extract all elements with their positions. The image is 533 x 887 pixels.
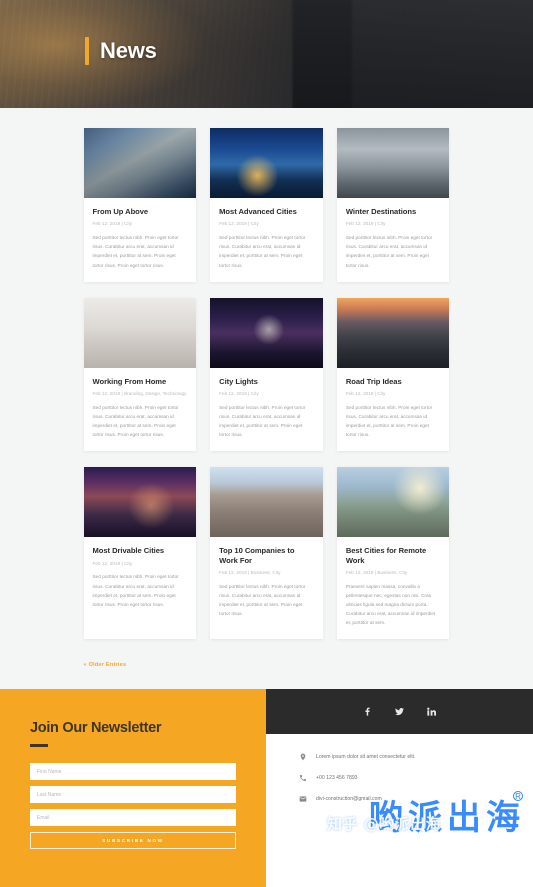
blog-card-title[interactable]: Best Cities for Remote Work [346,546,441,564]
twitter-icon[interactable] [394,706,405,717]
subscribe-button[interactable]: SUBSCRIBE NOW [30,832,236,850]
blog-card-excerpt: Sed porttitor lectus nibh. Proin eget to… [345,404,433,438]
blog-card[interactable]: Winter Destinations Feb 12, 2019 | City … [336,128,450,282]
blog-card-thumbnail[interactable] [210,297,323,368]
blog-card-body: Road Trip Ideas Feb 12, 2019 | City Sed … [337,368,450,452]
contact-row-email: divi-construction@gmail.com [299,795,533,803]
hero-banner: News [0,0,533,108]
blog-card[interactable]: Road Trip Ideas Feb 12, 2019 | City Sed … [336,297,450,452]
newsletter-section: Join Our Newsletter SUBSCRIBE NOW [0,689,266,887]
blog-card-title[interactable]: Working From Home [93,377,188,386]
blog-card-title[interactable]: Road Trip Ideas [346,377,441,386]
phone-icon [300,775,306,782]
blog-card-title[interactable]: Most Drivable Cities [93,546,188,555]
blog-card-excerpt: Sed porttitor lectus nibh. Proin eget to… [92,235,179,268]
blog-card[interactable]: Top 10 Companies to Work For Feb 12, 201… [210,467,323,640]
blog-card[interactable]: City Lights Feb 12, 2019 | City Sed port… [210,297,323,452]
blog-card-title[interactable]: City Lights [219,377,314,386]
blog-card-body: Top 10 Companies to Work For Feb 12, 201… [210,537,323,630]
blog-card-thumbnail[interactable] [83,297,197,368]
contact-email-text[interactable]: divi-construction@gmail.com [316,796,382,802]
last-name-input[interactable] [30,786,236,804]
blog-card[interactable]: Best Cities for Remote Work Feb 12, 2019… [336,467,450,640]
hero-accent-bar [85,37,89,65]
blog-card-body: Most Drivable Cities Feb 12, 2019 | City… [84,537,197,621]
contact-list: Lorem ipsum dolor sit amet consectetur e… [266,734,533,816]
blog-card-thumbnail[interactable] [336,467,450,538]
blog-card[interactable]: From Up Above Feb 12, 2019 | City Sed po… [83,128,197,282]
blog-card[interactable]: Most Advanced Cities Feb 12, 2019 | City… [210,128,323,282]
blog-card-title[interactable]: Winter Destinations [346,207,441,216]
first-name-input[interactable] [30,763,236,781]
blog-card-thumbnail[interactable] [336,297,450,368]
contact-phone-text[interactable]: +00 123 456 7893 [316,775,358,781]
envelope-icon [299,796,307,803]
blog-card-meta: Feb 12, 2019 | City [219,390,259,396]
blog-card-body: Most Advanced Cities Feb 12, 2019 | City… [210,198,323,282]
location-pin-icon [300,754,306,761]
contact-row-address: Lorem ipsum dolor sit amet consectetur e… [299,753,533,761]
blog-card-excerpt: Sed porttitor lectus nibh. Proin eget to… [219,404,306,438]
newsletter-divider [30,744,48,748]
newsletter-title: Join Our Newsletter [30,720,162,737]
blog-card-meta: Feb 12, 2019 | City [219,221,259,227]
blog-card-excerpt: Praesent sapien massa, convallis a pelle… [345,583,436,626]
email-input[interactable] [30,809,236,827]
blog-card-meta: Feb 12, 2019 | City [345,390,386,396]
blog-card-thumbnail[interactable] [210,467,323,538]
blog-card[interactable]: Most Drivable Cities Feb 12, 2019 | City… [83,467,197,640]
hero-overlay [293,0,533,108]
older-entries-link[interactable]: « Older Entries [84,662,127,668]
blog-card-thumbnail[interactable] [83,467,197,538]
blog-card-excerpt: Sed porttitor lectus nibh. Proin eget to… [219,583,306,617]
linkedin-icon[interactable] [426,706,437,717]
blog-card-body: Best Cities for Remote Work Feb 12, 2019… [337,537,450,639]
blog-card-excerpt: Sed porttitor lectus nibh. Proin eget to… [92,574,179,607]
blog-card-meta: Feb 12, 2019 | City [92,560,133,566]
pagination: « Older Entries [84,653,450,689]
blog-card-meta: Feb 12, 2019 | Branding, Design, Technol… [92,390,187,396]
blog-card-meta: Feb 12, 2019 | City [92,221,133,227]
blog-section: From Up Above Feb 12, 2019 | City Sed po… [0,108,533,690]
footer-contact-section: Lorem ipsum dolor sit amet consectetur e… [266,689,533,887]
social-bar [266,689,533,735]
blog-card-meta: Feb 12, 2019 | City [345,221,386,227]
blog-card-meta: Feb 12, 2019 | Business, City [219,569,281,575]
contact-address-text: Lorem ipsum dolor sit amet consectetur e… [316,754,416,761]
hero-heading-group: News [85,37,157,65]
blog-card-excerpt: Sed porttitor lectus nibh. Proin eget to… [219,235,306,268]
blog-card-thumbnail[interactable] [336,128,450,198]
blog-card-title[interactable]: Most Advanced Cities [219,207,314,216]
blog-card-excerpt: Sed porttitor lectus nibh. Proin eget to… [92,404,179,438]
blog-card-body: City Lights Feb 12, 2019 | City Sed port… [210,368,323,452]
footer: Join Our Newsletter SUBSCRIBE NOW Lorem … [0,689,533,887]
blog-card-title[interactable]: From Up Above [93,207,188,216]
blog-card-thumbnail[interactable] [83,128,197,198]
blog-card-excerpt: Sed porttitor lectus nibh. Proin eget to… [345,235,433,268]
blog-card-body: From Up Above Feb 12, 2019 | City Sed po… [84,198,197,282]
facebook-icon[interactable] [362,706,373,717]
blog-card[interactable]: Working From Home Feb 12, 2019 | Brandin… [83,297,197,452]
blog-card-meta: Feb 12, 2019 | Business, City [345,569,408,575]
contact-row-phone: +00 123 456 7893 [299,774,533,782]
blog-card-body: Winter Destinations Feb 12, 2019 | City … [337,198,450,282]
page-title: News [100,38,157,63]
blog-card-body: Working From Home Feb 12, 2019 | Brandin… [84,368,197,452]
blog-grid: From Up Above Feb 12, 2019 | City Sed po… [83,128,450,640]
blog-card-thumbnail[interactable] [210,128,323,198]
blog-card-title[interactable]: Top 10 Companies to Work For [219,546,314,564]
